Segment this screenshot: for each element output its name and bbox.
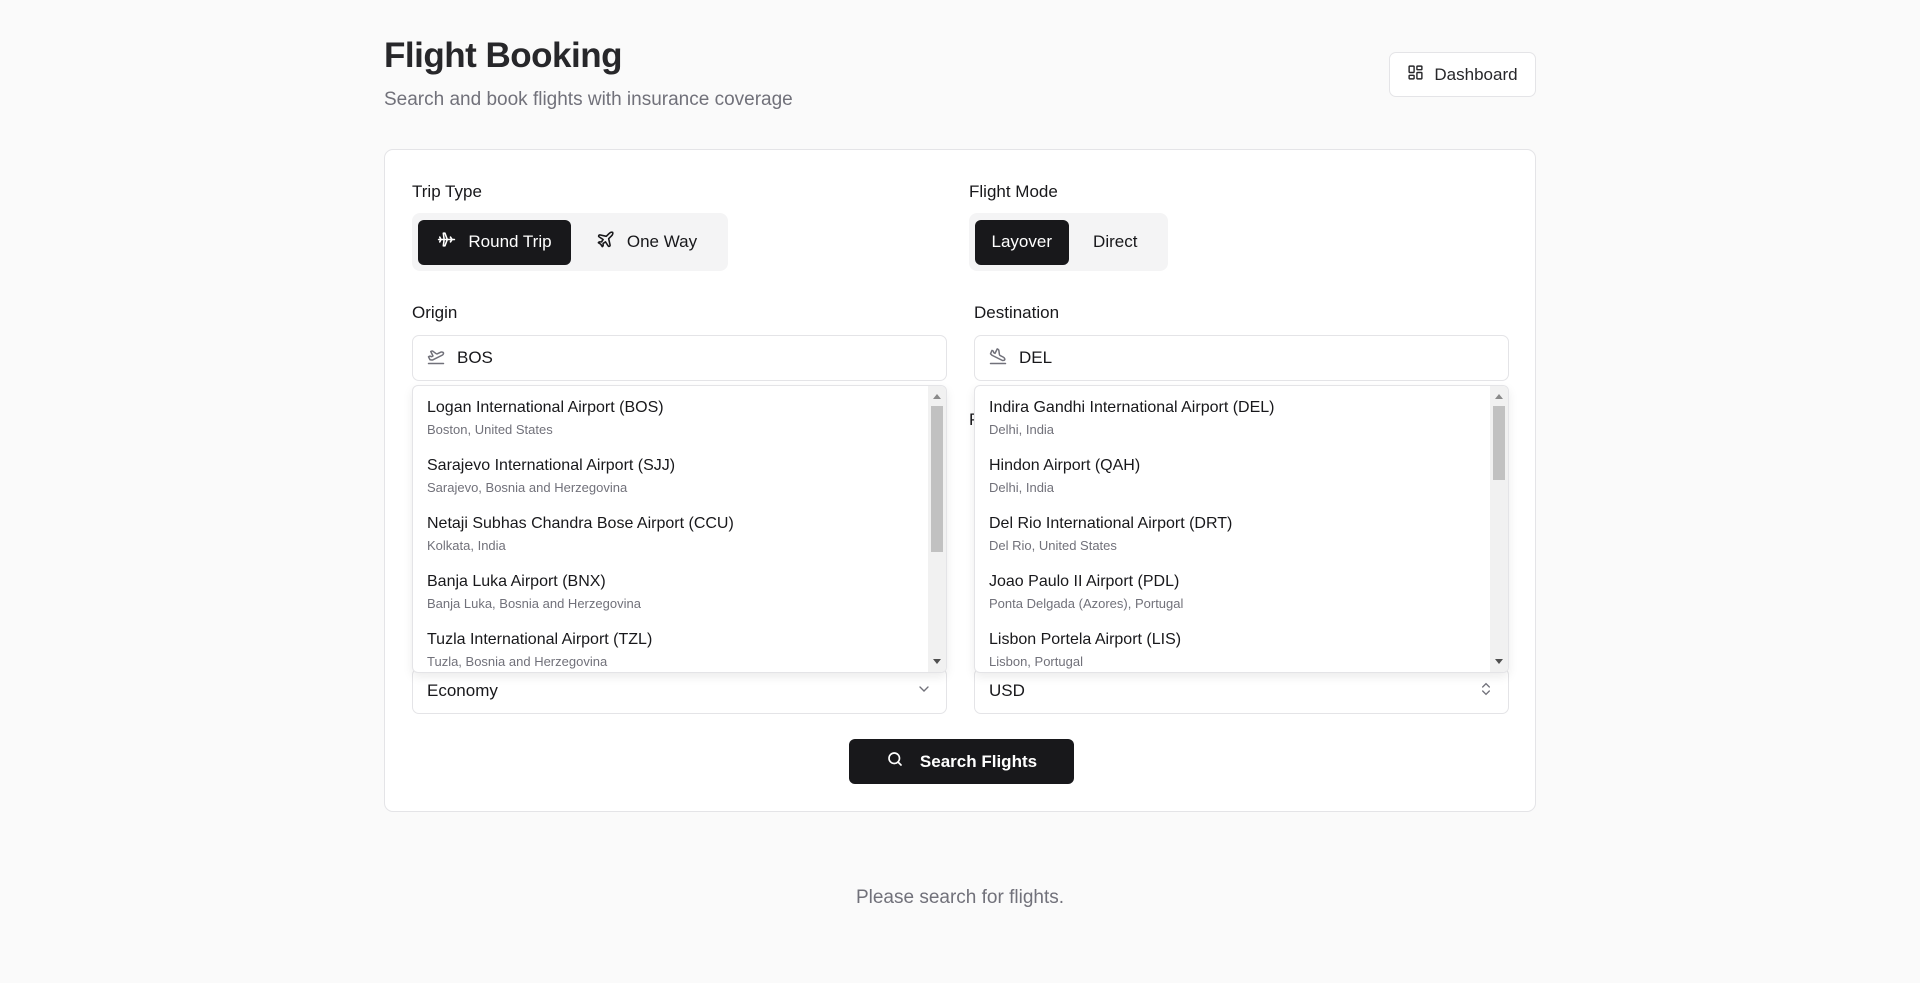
list-item[interactable]: Joao Paulo II Airport (PDL) Ponta Delgad…	[975, 560, 1490, 618]
list-item[interactable]: Logan International Airport (BOS) Boston…	[413, 386, 928, 444]
airport-name: Netaji Subhas Chandra Bose Airport (CCU)	[427, 515, 734, 532]
airport-name: Del Rio International Airport (DRT)	[989, 515, 1233, 532]
origin-input[interactable]: BOS	[412, 335, 947, 381]
origin-suggestions-list: Logan International Airport (BOS) Boston…	[413, 386, 928, 672]
chevron-down-icon	[916, 681, 932, 702]
list-item[interactable]: Indira Gandhi International Airport (DEL…	[975, 386, 1490, 444]
airport-location: Boston, United States	[427, 422, 553, 437]
plane-takeoff-icon	[427, 347, 445, 370]
airport-location: Tuzla, Bosnia and Herzegovina	[427, 654, 608, 669]
airport-name: Sarajevo International Airport (SJJ)	[427, 457, 676, 474]
dashboard-button[interactable]: Dashboard	[1389, 52, 1536, 97]
list-item[interactable]: Banja Luka Airport (BNX) Banja Luka, Bos…	[413, 560, 928, 618]
plane-landing-icon	[989, 347, 1007, 370]
chevron-up-down-icon	[1478, 681, 1494, 702]
airport-location: Del Rio, United States	[989, 538, 1117, 553]
round-trip-button[interactable]: Round Trip	[418, 219, 571, 265]
airport-location: Ponta Delgada (Azores), Portugal	[989, 596, 1184, 611]
scroll-down-arrow-icon[interactable]	[1495, 659, 1503, 664]
airport-name: Hindon Airport (QAH)	[989, 457, 1141, 474]
page-subtitle: Search and book flights with insurance c…	[384, 89, 793, 110]
trip-type-label: Trip Type	[412, 182, 482, 201]
origin-dropdown-scrollbar[interactable]	[928, 386, 946, 672]
origin-label: Origin	[412, 303, 458, 322]
scroll-down-arrow-icon[interactable]	[933, 659, 941, 664]
scrollbar-thumb[interactable]	[1493, 406, 1505, 480]
search-flights-button[interactable]: Search Flights	[849, 739, 1074, 784]
list-item[interactable]: Sarajevo International Airport (SJJ) Sar…	[413, 444, 928, 502]
airport-name: Banja Luka Airport (BNX)	[427, 573, 606, 590]
list-item[interactable]: Tuzla International Airport (TZL) Tuzla,…	[413, 618, 928, 672]
one-way-label: One Way	[626, 232, 698, 251]
airport-name: Logan International Airport (BOS)	[427, 399, 664, 416]
destination-suggestions-dropdown: Indira Gandhi International Airport (DEL…	[974, 385, 1509, 673]
page-title: Flight Booking	[384, 36, 622, 75]
dashboard-label: Dashboard	[1434, 64, 1518, 84]
airport-location: Delhi, India	[989, 480, 1055, 495]
list-item[interactable]: Netaji Subhas Chandra Bose Airport (CCU)…	[413, 502, 928, 560]
plane-round-trip-icon	[437, 230, 456, 254]
destination-dropdown-scrollbar[interactable]	[1490, 386, 1508, 672]
currency-value: USD	[989, 681, 1025, 700]
destination-suggestions-list: Indira Gandhi International Airport (DEL…	[975, 386, 1490, 672]
flight-mode-toggle: Layover Direct	[969, 213, 1168, 271]
origin-value: BOS	[457, 348, 493, 367]
empty-results-message: Please search for flights.	[855, 887, 1065, 908]
airport-location: Sarajevo, Bosnia and Herzegovina	[427, 480, 628, 495]
search-icon	[886, 750, 904, 773]
currency-select[interactable]: USD	[974, 668, 1509, 714]
scrollbar-thumb[interactable]	[931, 406, 943, 552]
layover-button[interactable]: Layover	[975, 219, 1069, 265]
search-form-card: Trip Type Round Trip One Way Flight Mode…	[384, 149, 1536, 812]
cabin-class-value: Economy	[427, 681, 498, 700]
flight-mode-label: Flight Mode	[969, 182, 1058, 201]
airport-location: Banja Luka, Bosnia and Herzegovina	[427, 596, 641, 611]
origin-suggestions-dropdown: Logan International Airport (BOS) Boston…	[412, 385, 947, 673]
search-flights-label: Search Flights	[919, 751, 1038, 771]
airport-name: Joao Paulo II Airport (PDL)	[989, 573, 1180, 590]
scroll-up-arrow-icon[interactable]	[1495, 394, 1503, 399]
airport-name: Tuzla International Airport (TZL)	[427, 631, 653, 648]
airport-name: Lisbon Portela Airport (LIS)	[989, 631, 1182, 648]
scroll-up-arrow-icon[interactable]	[933, 394, 941, 399]
destination-label: Destination	[974, 303, 1060, 322]
destination-value: DEL	[1019, 348, 1053, 367]
airport-location: Kolkata, India	[427, 538, 506, 553]
airport-location: Lisbon, Portugal	[989, 654, 1083, 669]
trip-type-toggle: Round Trip One Way	[412, 213, 728, 271]
airport-location: Delhi, India	[989, 422, 1055, 437]
list-item[interactable]: Del Rio International Airport (DRT) Del …	[975, 502, 1490, 560]
cabin-class-select[interactable]: Economy	[412, 668, 947, 714]
dashboard-icon	[1407, 64, 1424, 86]
destination-input[interactable]: DEL	[974, 335, 1509, 381]
list-item[interactable]: Hindon Airport (QAH) Delhi, India	[975, 444, 1490, 502]
direct-button[interactable]: Direct	[1069, 220, 1163, 265]
plane-icon	[596, 230, 615, 254]
airport-name: Indira Gandhi International Airport (DEL…	[989, 399, 1275, 416]
list-item[interactable]: Lisbon Portela Airport (LIS) Lisbon, Por…	[975, 618, 1490, 672]
round-trip-label: Round Trip	[468, 232, 552, 251]
one-way-button[interactable]: One Way	[571, 220, 722, 265]
